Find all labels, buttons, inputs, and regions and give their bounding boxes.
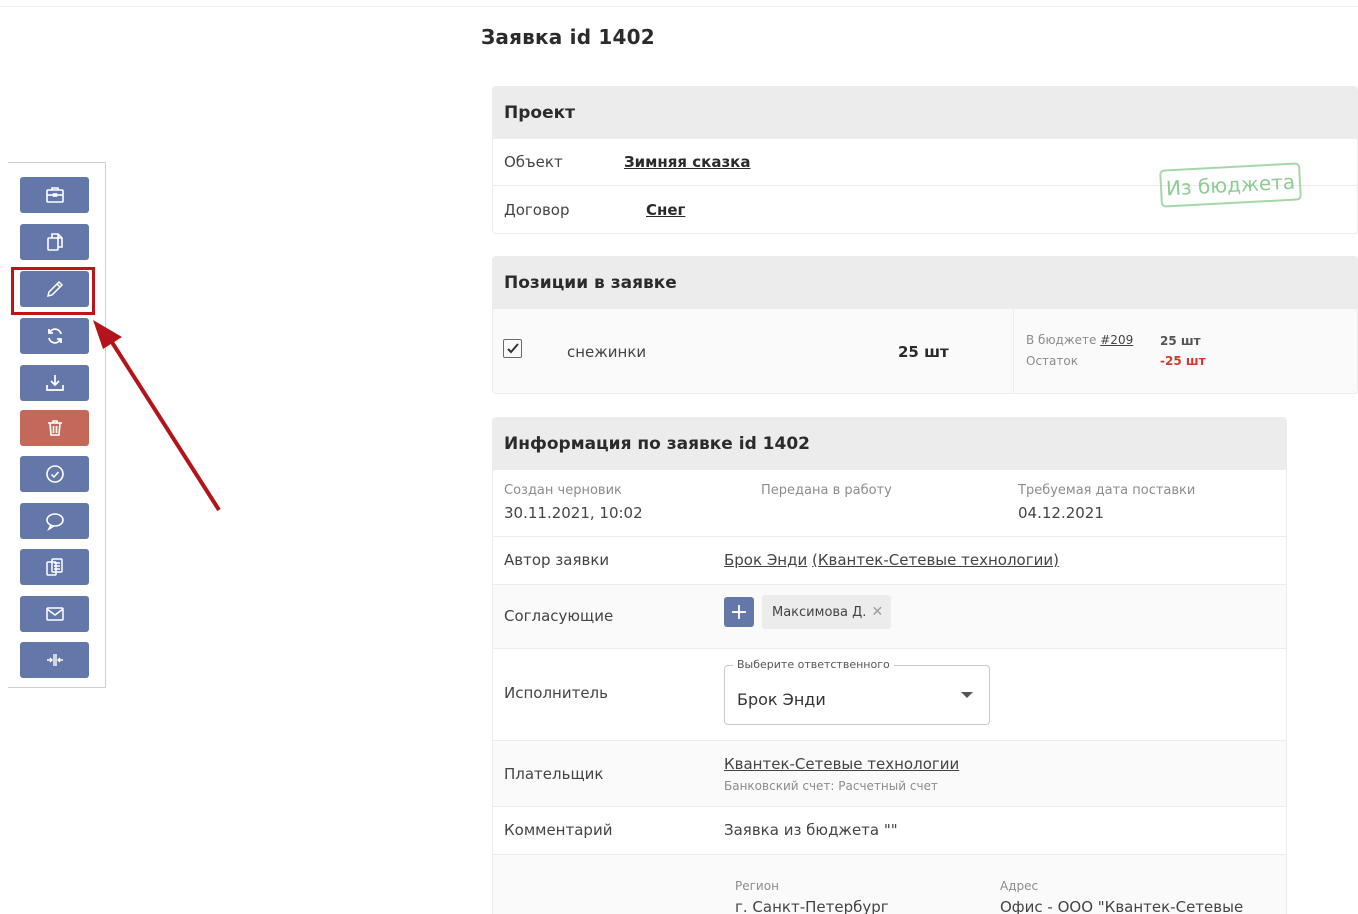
refresh-icon [47, 328, 62, 344]
top-divider [0, 6, 1358, 7]
mail-icon [45, 607, 64, 621]
position-divider [1013, 309, 1014, 393]
executor-select[interactable]: Выберите ответственного Брок Энди [724, 658, 990, 725]
mail-button[interactable] [20, 596, 89, 632]
split-button[interactable] [20, 642, 89, 678]
object-link[interactable]: Зимняя сказка [624, 153, 751, 171]
approvers-label: Согласующие [504, 607, 614, 625]
documents-icon [45, 558, 63, 576]
executor-select-legend: Выберите ответственного [733, 658, 894, 671]
positions-card: Позиции в заявке снежинки 25 шт В бюджет… [492, 256, 1358, 394]
add-approver-button[interactable]: + [724, 597, 754, 627]
delete-button[interactable] [20, 410, 89, 446]
project-card: Проект Объект Зимняя сказка Договор Снег [492, 86, 1358, 234]
delivery-row: Регион г. Санкт-Петербург Адрес Офис - О… [493, 854, 1286, 914]
copy-button[interactable] [20, 224, 89, 260]
budget-label: В бюджете #209 [1026, 333, 1134, 347]
payer-label: Плательщик [504, 765, 604, 783]
action-toolbar [8, 162, 106, 688]
payer-row: Плательщик Квантек-Сетевые технологии Ба… [493, 740, 1286, 806]
executor-label: Исполнитель [504, 684, 608, 702]
edit-button-highlight [11, 267, 95, 315]
author-row: Автор заявки Брок Энди (Квантек-Сетевые … [493, 536, 1286, 584]
contract-link[interactable]: Снег [646, 201, 685, 219]
payer-account: Банковский счет: Расчетный счет [724, 779, 938, 793]
position-name: снежинки [567, 343, 647, 361]
comment-value: Заявка из бюджета "" [724, 821, 898, 839]
draft-value: 30.11.2021, 10:02 [504, 504, 643, 522]
copy-icon [46, 233, 63, 251]
comment-label: Комментарий [504, 821, 613, 839]
comment-icon [45, 513, 64, 531]
budget-stamp: Из бюджета [1159, 162, 1302, 208]
split-icon [46, 654, 63, 666]
comment-button[interactable] [20, 503, 89, 539]
budget-qty: 25 шт [1160, 334, 1201, 348]
approver-chip-label: Максимова Д. [772, 604, 867, 620]
info-heading: Информация по заявке id 1402 [493, 418, 1286, 470]
approver-chip: Максимова Д. ✕ [762, 595, 892, 629]
trash-icon [47, 420, 62, 436]
payer-link[interactable]: Квантек-Сетевые технологии [724, 755, 959, 773]
briefcase-icon [45, 187, 64, 203]
page-title: Заявка id 1402 [481, 25, 655, 49]
plus-icon: + [729, 599, 749, 625]
download-icon [45, 375, 64, 391]
budget-link[interactable]: #209 [1100, 333, 1133, 347]
region-value: г. Санкт-Петербург [735, 898, 889, 914]
author-org-link[interactable]: (Квантек-Сетевые технологии) [812, 551, 1059, 569]
project-heading: Проект [493, 87, 1357, 139]
author-link[interactable]: Брок Энди [724, 551, 807, 569]
comment-row: Комментарий Заявка из бюджета "" [493, 806, 1286, 854]
chevron-down-icon [961, 692, 973, 698]
executor-row: Исполнитель Выберите ответственного Брок… [493, 648, 1286, 740]
positions-heading: Позиции в заявке [493, 257, 1357, 309]
checkmark-icon [506, 342, 519, 353]
contract-label: Договор [504, 201, 570, 219]
position-row: снежинки 25 шт В бюджете #209 25 шт Оста… [493, 309, 1357, 393]
draft-label: Создан черновик [504, 483, 622, 498]
position-qty: 25 шт [898, 343, 949, 361]
briefcase-button[interactable] [20, 177, 89, 213]
region-label: Регион [735, 879, 779, 893]
documents-button[interactable] [20, 549, 89, 585]
author-value: Брок Энди (Квантек-Сетевые технологии) [724, 551, 1059, 569]
approvers-row: Согласующие + Максимова Д. ✕ [493, 584, 1286, 648]
object-label: Объект [504, 153, 563, 171]
required-date-label: Требуемая дата поставки [1018, 483, 1196, 498]
author-label: Автор заявки [504, 551, 610, 569]
remainder-qty: -25 шт [1160, 354, 1206, 368]
sent-label: Передана в работу [761, 483, 892, 498]
address-value: Офис - ООО "Квантек-Сетевые [1000, 898, 1244, 914]
remainder-label: Остаток [1026, 354, 1078, 368]
refresh-button[interactable] [20, 318, 89, 354]
approve-button[interactable] [20, 456, 89, 492]
required-date-value: 04.12.2021 [1018, 504, 1104, 522]
position-checkbox[interactable] [503, 339, 522, 358]
download-button[interactable] [20, 365, 89, 401]
info-card: Информация по заявке id 1402 Создан черн… [492, 417, 1287, 914]
check-circle-icon [45, 465, 64, 483]
address-label: Адрес [1000, 879, 1039, 893]
close-icon[interactable]: ✕ [871, 604, 883, 620]
executor-select-value: Брок Энди [737, 690, 826, 709]
